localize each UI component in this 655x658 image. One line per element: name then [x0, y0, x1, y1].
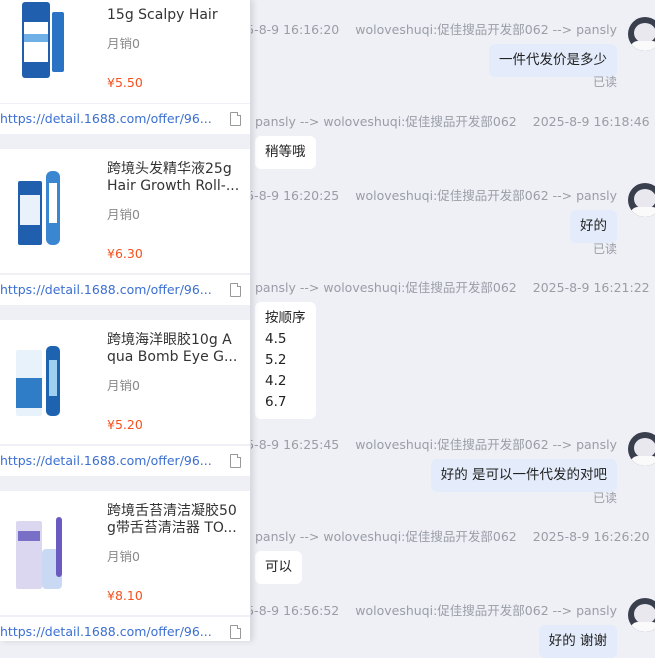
product-title[interactable]: 跨境海洋眼胶10g A qua Bomb Eye G...	[107, 332, 243, 366]
product-link[interactable]: https://detail.1688.com/offer/96...	[0, 111, 212, 126]
product-title[interactable]: 跨境头发精华液25g Hair Growth Roll-...	[107, 161, 243, 195]
message-meta: 2025-8-9 16:25:45 woloveshuqi:促佳搜品开发部062 …	[222, 437, 617, 452]
product-price: ¥6.30	[107, 246, 143, 261]
product-sales: 月销0	[107, 378, 140, 393]
product-sales: 月销0	[107, 36, 140, 51]
message-bubble: 好的	[570, 210, 617, 243]
product-card[interactable]: 跨境头发精华液25g Hair Growth Roll-... 月销0 ¥6.3…	[0, 149, 250, 273]
message-meta: 2025-8-9 16:16:20 woloveshuqi:促佳搜品开发部062 …	[222, 22, 617, 37]
product-thumbnail	[16, 517, 62, 589]
message-meta: pansly --> woloveshuqi:促佳搜品开发部062 2025-8-…	[255, 529, 650, 544]
document-icon[interactable]	[230, 112, 241, 126]
product-title[interactable]: 15g Scalpy Hair S...	[107, 7, 243, 24]
product-thumbnail	[22, 2, 64, 78]
product-thumbnail	[16, 346, 60, 416]
read-status: 已读	[592, 242, 617, 256]
product-card[interactable]: 跨境海洋眼胶10g A qua Bomb Eye G... 月销0 ¥5.20	[0, 320, 250, 444]
avatar[interactable]	[628, 432, 655, 466]
message-meta: pansly --> woloveshuqi:促佳搜品开发部062 2025-8-…	[255, 114, 650, 129]
message-bubble: 好的 谢谢	[538, 625, 617, 658]
product-price: ¥5.50	[107, 75, 143, 90]
product-price: ¥8.10	[107, 588, 143, 603]
product-sales: 月销0	[107, 549, 140, 564]
read-status: 已读	[592, 491, 617, 505]
avatar[interactable]	[628, 183, 655, 217]
product-link[interactable]: https://detail.1688.com/offer/96...	[0, 453, 212, 468]
document-icon[interactable]	[230, 283, 241, 297]
message-bubble: 按顺序 4.5 5.2 4.2 6.7	[255, 302, 316, 419]
message-bubble: 好的 是可以一件代发的对吧	[430, 459, 617, 492]
message-bubble: 可以	[255, 551, 302, 584]
product-link[interactable]: https://detail.1688.com/offer/96...	[0, 282, 212, 297]
product-sales: 月销0	[107, 207, 140, 222]
message-bubble: 稍等哦	[255, 136, 316, 169]
product-thumbnail	[18, 171, 60, 245]
avatar[interactable]	[628, 17, 655, 51]
document-icon[interactable]	[230, 454, 241, 468]
product-link-row[interactable]: https://detail.1688.com/offer/96...	[0, 617, 250, 641]
avatar[interactable]	[628, 598, 655, 632]
message-meta: 2025-8-9 16:56:52 woloveshuqi:促佳搜品开发部062 …	[222, 603, 617, 618]
product-card[interactable]: 15g Scalpy Hair S... 月销0 ¥5.50	[0, 0, 250, 103]
product-link-row[interactable]: https://detail.1688.com/offer/96...	[0, 104, 250, 134]
product-panel: × 15g Scalpy Hair S... 月销0 ¥5.50 https:/…	[0, 0, 251, 641]
message-meta: 2025-8-9 16:20:25 woloveshuqi:促佳搜品开发部062 …	[222, 188, 617, 203]
product-title[interactable]: 跨境舌苔清洁凝胶50 g带舌苔清洁器 TO...	[107, 503, 243, 537]
document-icon[interactable]	[230, 625, 241, 639]
product-link-row[interactable]: https://detail.1688.com/offer/96...	[0, 446, 250, 476]
product-card[interactable]: 跨境舌苔清洁凝胶50 g带舌苔清洁器 TO... 月销0 ¥8.10	[0, 491, 250, 615]
read-status: 已读	[592, 75, 617, 89]
message-meta: pansly --> woloveshuqi:促佳搜品开发部062 2025-8-…	[255, 280, 650, 295]
product-link-row[interactable]: https://detail.1688.com/offer/96...	[0, 275, 250, 305]
product-link[interactable]: https://detail.1688.com/offer/96...	[0, 624, 212, 639]
product-price: ¥5.20	[107, 417, 143, 432]
